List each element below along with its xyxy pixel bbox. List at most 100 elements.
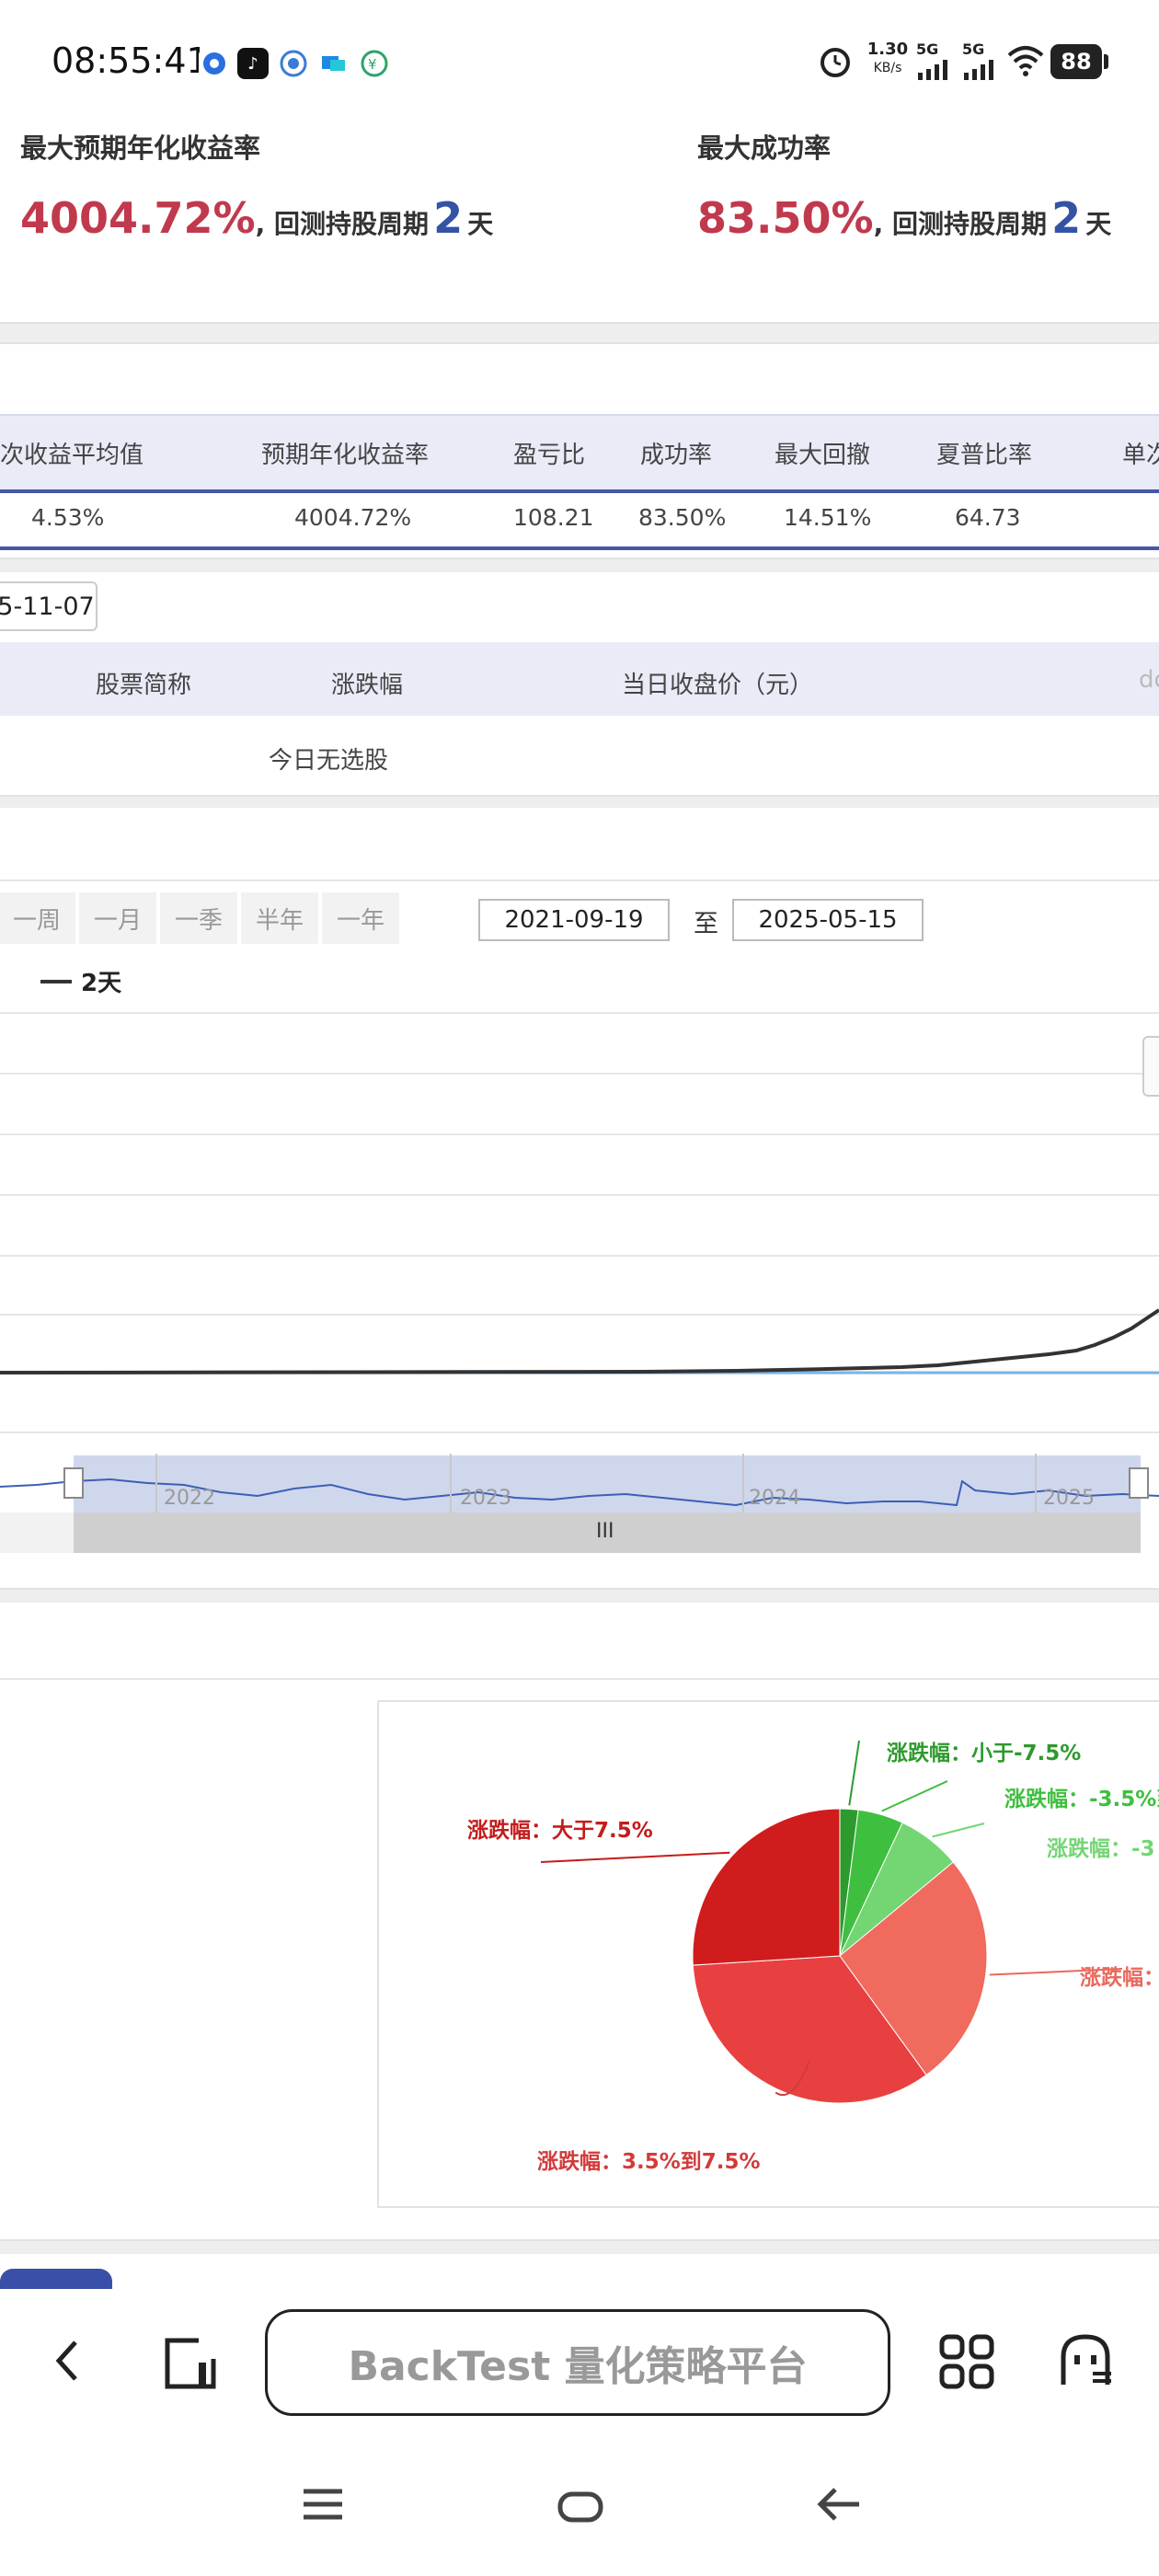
- end-date-input[interactable]: 2025-05-15: [732, 899, 924, 941]
- stats-header-success-rate[interactable]: 成功率: [640, 436, 712, 470]
- network-speed: 1.30 KB/s: [866, 40, 909, 76]
- nav-back-button[interactable]: [817, 2486, 861, 2526]
- signal-icon: 5G: [962, 40, 1003, 84]
- date-picker[interactable]: 5-11-07: [0, 581, 98, 631]
- max-success-rate-summary: 83.50%, 回测持股周期 2 天: [697, 193, 1111, 243]
- chart-gridline: [0, 1073, 1159, 1075]
- x-tick-2022: 2022: [164, 1487, 215, 1510]
- profile-button[interactable]: [1056, 2331, 1115, 2394]
- to-label: 至: [694, 910, 718, 938]
- x-tick-2024: 2024: [749, 1487, 800, 1510]
- x-tick-2023: 2023: [460, 1487, 511, 1510]
- range-quarter-button[interactable]: 一季: [160, 892, 237, 944]
- section-divider: [0, 322, 1159, 344]
- stats-annual-return: 4004.72%: [294, 504, 412, 531]
- pie-label-gt-7-5: 涨跌幅：大于7.5%: [467, 1819, 653, 1843]
- range-year-button[interactable]: 一年: [322, 892, 399, 944]
- legend-line-icon: [40, 979, 72, 983]
- pie-slice-5[interactable]: [692, 1808, 841, 1966]
- no-stock-message: 今日无选股: [269, 747, 389, 775]
- holding-period-text: , 回测持股周期: [255, 209, 429, 239]
- svg-text:¥: ¥: [368, 56, 377, 73]
- grid-icon: [939, 2334, 994, 2389]
- menu-icon: [304, 2489, 342, 2520]
- arrow-left-icon: [817, 2488, 859, 2521]
- max-success-rate-value: 83.50%: [697, 193, 874, 243]
- chart-gridline: [0, 1194, 1159, 1196]
- section-divider: [0, 2239, 1159, 2254]
- status-time: 08:55:41: [52, 40, 209, 81]
- pie-leader-line-1: [881, 1780, 948, 1812]
- chart-gridline: [0, 1012, 1159, 1014]
- pie-leader-line-5: [540, 1851, 730, 1863]
- home-icon: [557, 2491, 603, 2523]
- nav-menu-button[interactable]: [302, 2486, 344, 2526]
- stats-header-sharpe[interactable]: 夏普比率: [936, 436, 1032, 470]
- stats-header-single[interactable]: 单次: [1122, 436, 1159, 470]
- range-week-button[interactable]: 一周: [0, 892, 75, 944]
- pie-leader-line-2: [932, 1823, 985, 1838]
- chart-gridline: [0, 1133, 1159, 1135]
- holding-days: 2: [1051, 193, 1082, 243]
- stats-header-profit-loss-ratio[interactable]: 盈亏比: [513, 436, 585, 470]
- section-divider: [0, 880, 1159, 881]
- stock-header-change[interactable]: 涨跌幅: [331, 666, 403, 700]
- data-zoom-slider[interactable]: 2022 2023 2024 2025 III: [0, 1454, 1159, 1555]
- start-date-input[interactable]: 2021-09-19: [478, 899, 670, 941]
- max-success-rate-label: 最大成功率: [697, 132, 832, 164]
- stats-max-drawdown: 14.51%: [784, 504, 872, 531]
- date-picker-value: 5-11-07: [0, 592, 95, 621]
- legend-label: 2天: [81, 970, 122, 997]
- tabs-icon: [165, 2338, 216, 2389]
- stock-header-extra[interactable]: do: [1139, 666, 1159, 694]
- address-bar[interactable]: BackTest 量化策略平台: [265, 2309, 890, 2416]
- range-halfyear-button[interactable]: 半年: [241, 892, 318, 944]
- holding-period-text: , 回测持股周期: [873, 209, 1047, 239]
- stats-success-rate: 83.50%: [638, 504, 727, 531]
- page-title: BackTest 量化策略平台: [348, 2343, 808, 2390]
- pie-label-minus-3-5-to: 涨跌幅：-3.5%到: [1004, 1788, 1159, 1811]
- app-notification-icon: [278, 48, 309, 79]
- pie-leader-line-0: [848, 1740, 860, 1806]
- max-annual-return-summary: 4004.72%, 回测持股周期 2 天: [20, 193, 493, 243]
- section-divider: [0, 1678, 1159, 1680]
- wifi-icon: [1006, 44, 1045, 81]
- back-button[interactable]: [50, 2333, 86, 2392]
- line-chart: [0, 1308, 1159, 1374]
- apps-button[interactable]: [938, 2333, 997, 2396]
- stats-row-bottom-border: [0, 546, 1159, 550]
- ghost-icon: [1061, 2334, 1111, 2385]
- chart-gridline: [0, 1255, 1159, 1257]
- nav-home-button[interactable]: [557, 2491, 603, 2526]
- alarm-icon: [817, 42, 854, 83]
- stats-header-annual-return[interactable]: 预期年化收益率: [261, 436, 429, 470]
- tabs-button[interactable]: [162, 2335, 219, 2396]
- max-annual-return-label: 最大预期年化收益率: [20, 132, 261, 164]
- holding-days: 2: [433, 193, 464, 243]
- pie-label-3-5-to-7-5: 涨跌幅：3.5%到7.5%: [537, 2150, 761, 2174]
- stats-header-max-drawdown[interactable]: 最大回撤: [775, 436, 870, 470]
- stock-header-name[interactable]: 股票简称: [96, 666, 191, 700]
- app-notification-icon: ¥: [359, 48, 390, 79]
- chart-toolbox-button[interactable]: [1142, 1036, 1159, 1097]
- tiktok-icon: ♪: [237, 48, 269, 79]
- chart-gridline: [0, 1432, 1159, 1433]
- zoom-drag-handle[interactable]: III: [596, 1520, 614, 1543]
- pie-label-positive: 涨跌幅：: [1080, 1966, 1159, 1990]
- stats-sharpe: 64.73: [955, 504, 1021, 531]
- pie-label-lt-minus-7-5: 涨跌幅：小于-7.5%: [887, 1742, 1082, 1765]
- range-month-button[interactable]: 一月: [79, 892, 156, 944]
- pie-label-minus-3: 涨跌幅：-3: [1047, 1837, 1155, 1861]
- stats-header-avg-return[interactable]: 次收益平均值: [0, 436, 143, 470]
- section-divider: [0, 795, 1159, 808]
- scroll-to-top-button[interactable]: [0, 2269, 112, 2289]
- x-tick-2025: 2025: [1043, 1487, 1095, 1510]
- days-unit: 天: [467, 209, 494, 239]
- pie-chart: [540, 1740, 1123, 2104]
- section-divider: [0, 558, 1159, 572]
- battery-icon: 88: [1050, 44, 1108, 79]
- chart-legend[interactable]: 2天: [40, 964, 121, 998]
- stock-header-close-price[interactable]: 当日收盘价（元）: [622, 666, 813, 700]
- stats-avg-return: 4.53%: [31, 504, 105, 531]
- signal-icon: 5G: [916, 40, 957, 84]
